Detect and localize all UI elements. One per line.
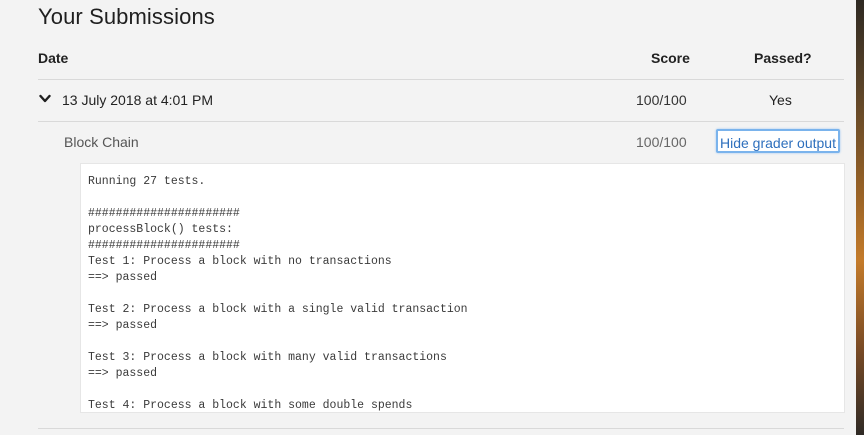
submission-date: 13 July 2018 at 4:01 PM (62, 92, 213, 108)
column-header-score: Score (651, 50, 690, 66)
submission-row[interactable]: 13 July 2018 at 4:01 PM 100/100 Yes (38, 80, 844, 121)
output-line: Test 4: Process a block with some double… (88, 399, 413, 412)
assignment-name: Block Chain (64, 134, 139, 150)
assignment-score: 100/100 (636, 134, 687, 150)
output-line: ###################### (88, 239, 240, 252)
output-line: ==> passed (88, 271, 158, 284)
submission-score: 100/100 (636, 92, 687, 108)
output-line: ==> passed (88, 367, 158, 380)
grader-output-text: Running 27 tests. ###################### p… (81, 164, 844, 412)
output-line: Test 3: Process a block with many valid … (88, 351, 447, 364)
desktop-background-edge (856, 0, 864, 435)
hide-grader-output-button[interactable]: Hide grader output (716, 129, 840, 153)
bottom-divider (38, 428, 844, 429)
output-line: Test 1: Process a block with no transact… (88, 255, 392, 268)
column-header-date: Date (38, 50, 69, 66)
grader-output-panel[interactable]: Running 27 tests. ###################### p… (80, 163, 845, 413)
chevron-down-icon[interactable] (39, 94, 51, 104)
column-header-passed: Passed? (754, 50, 812, 66)
output-line: ###################### (88, 207, 240, 220)
output-line: processBlock() tests: (88, 223, 233, 236)
output-line: Running 27 tests. (88, 175, 206, 188)
page-title: Your Submissions (38, 4, 215, 29)
output-line: ==> passed (88, 319, 158, 332)
assignment-detail-row: Block Chain 100/100 Hide grader output (38, 122, 844, 162)
output-line: Test 2: Process a block with a single va… (88, 303, 468, 316)
submission-passed: Yes (769, 92, 792, 108)
